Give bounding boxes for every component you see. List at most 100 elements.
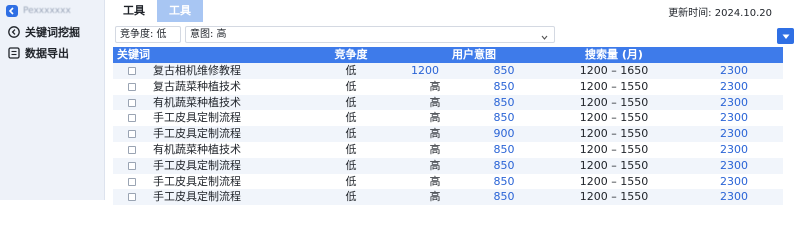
tab-tools-active[interactable]: 工具	[157, 0, 203, 22]
cell-competition: 低	[345, 127, 357, 141]
cell-volume[interactable]: 2300	[685, 110, 783, 126]
row-checkbox[interactable]	[128, 161, 136, 170]
table-row[interactable]: 复古相机维修教程 低 1200 850 1200 – 1650 2300	[113, 63, 783, 79]
header-empty	[685, 47, 783, 63]
header-intent[interactable]: 用户意图	[405, 47, 543, 63]
cell-volume[interactable]: 2300	[685, 142, 783, 158]
row-checkbox-cell	[113, 174, 137, 190]
row-checkbox[interactable]	[128, 145, 136, 154]
cell-volume[interactable]: 2300	[685, 158, 783, 174]
cell-volume[interactable]: 2300	[685, 174, 783, 190]
row-checkbox-cell	[113, 79, 137, 95]
cell-keyword: 复古相机维修教程	[153, 64, 241, 77]
intent-filter[interactable]: 意图: 高	[185, 26, 555, 43]
cell-volume[interactable]: 2300	[685, 95, 783, 111]
cell-volume[interactable]: 2300	[685, 189, 783, 205]
cell-intent-b: 850	[493, 111, 515, 125]
header-keyword[interactable]: 关键词	[113, 47, 297, 63]
sidebar-item-label: 关键词挖掘	[25, 26, 80, 39]
table-row[interactable]: 有机蔬菜种植技术 低 高 850 1200 – 1550 2300	[113, 94, 783, 111]
cell-intent: 高 850	[405, 174, 543, 190]
dropdown-button[interactable]	[777, 28, 794, 44]
cell-competition: 低	[345, 190, 357, 204]
row-checkbox-cell	[113, 126, 137, 142]
table-row[interactable]: 手工皮具定制流程 低 高 850 1200 – 1550 2300	[113, 110, 783, 126]
table-row[interactable]: 复古蔬菜种植技术 低 高 850 1200 – 1550 2300	[113, 79, 783, 95]
cell-intent-b: 850	[493, 174, 515, 188]
table-row[interactable]: 手工皮具定制流程 低 高 900 1200 – 1550 2300	[113, 126, 783, 142]
table-row[interactable]: 有机蔬菜种植技术 低 高 850 1200 – 1550 2300	[113, 142, 783, 158]
cell-competition: 低	[345, 174, 357, 188]
cell-keyword: 手工皮具定制流程	[153, 174, 241, 188]
cell-intent-b: 850	[493, 95, 515, 109]
cell-intent-b: 850	[493, 158, 515, 172]
row-checkbox[interactable]	[128, 193, 136, 202]
cell-intent-a: 高	[429, 190, 441, 204]
cell-competition: 低	[345, 111, 357, 125]
sidebar-item-label: 数据导出	[25, 47, 69, 60]
table-row[interactable]: 手工皮具定制流程 低 高 850 1200 – 1550 2300	[113, 157, 783, 174]
update-time: 更新时间: 2024.10.20	[668, 8, 772, 19]
app-window: Pexxxxxxx 关键词挖掘 数据导出 工具 工具 更新时间: 2024.10…	[0, 0, 800, 206]
cell-intent-a: 高	[429, 79, 441, 93]
table-row[interactable]: 手工皮具定制流程 低 高 850 1200 – 1550 2300	[113, 174, 783, 190]
cell-intent: 高 850	[405, 79, 543, 95]
cell-intent-a: 高	[429, 174, 441, 188]
cell-intent-b: 900	[493, 127, 515, 141]
cell-keyword: 手工皮具定制流程	[153, 190, 241, 204]
cell-intent: 高 850	[405, 110, 543, 126]
row-checkbox-cell	[113, 189, 137, 205]
table-header: 关键词 竞争度 用户意图 搜索量 (月)	[113, 47, 783, 63]
row-checkbox-cell	[113, 63, 137, 79]
competition-filter[interactable]: 竞争度: 低	[115, 26, 181, 43]
cell-volume[interactable]: 2300	[685, 63, 783, 79]
brand-name: Pexxxxxxx	[23, 6, 71, 16]
row-checkbox[interactable]	[128, 130, 136, 139]
cell-intent: 高 900	[405, 126, 543, 142]
cell-intent: 高 850	[405, 95, 543, 111]
cell-competition: 低	[345, 79, 357, 93]
cell-keyword: 有机蔬菜种植技术	[153, 95, 241, 109]
cell-intent-a: 高	[429, 127, 441, 141]
sidebar-item-data-export[interactable]: 数据导出	[0, 43, 105, 63]
filter-bar: 竞争度: 低 意图: 高	[105, 24, 800, 44]
chevron-down-icon	[541, 31, 548, 40]
cell-range: 1200 – 1550	[579, 142, 649, 156]
cell-keyword: 手工皮具定制流程	[153, 111, 241, 125]
cell-competition: 低	[345, 158, 357, 172]
row-checkbox[interactable]	[128, 82, 136, 91]
tab-tools[interactable]: 工具	[111, 0, 157, 22]
cell-competition: 低	[345, 64, 357, 77]
header-competition[interactable]: 竞争度	[297, 47, 405, 63]
cell-volume[interactable]: 2300	[685, 126, 783, 142]
cell-range: 1200 – 1550	[579, 174, 649, 188]
row-checkbox[interactable]	[128, 98, 136, 107]
cell-intent-a: 高	[429, 95, 441, 109]
row-checkbox[interactable]	[128, 67, 136, 75]
row-checkbox[interactable]	[128, 177, 136, 186]
cell-intent-b: 850	[493, 142, 515, 156]
keyword-table: 关键词 竞争度 用户意图 搜索量 (月) 复古相机维修教程低 1200 850 120…	[113, 47, 783, 206]
table-body: 复古相机维修教程低 1200 850 1200 – 1650 2300 复古蔬菜种植技术低…	[113, 63, 783, 206]
cell-intent: 高 850	[405, 142, 543, 158]
top-bar: 工具 工具 更新时间: 2024.10.20	[105, 0, 800, 22]
row-checkbox[interactable]	[128, 114, 136, 123]
cell-intent: 1200 850	[405, 63, 543, 79]
cell-volume[interactable]: 2300	[685, 79, 783, 95]
cell-keyword: 有机蔬菜种植技术	[153, 142, 241, 156]
cell-intent-b: 850	[493, 79, 515, 93]
sidebar-item-keyword-mining[interactable]: 关键词挖掘	[0, 22, 105, 42]
cell-intent-a: 高	[429, 142, 441, 156]
table-row[interactable]: 手工皮具定制流程 低 高 850 1200 – 1550 2300	[113, 189, 783, 206]
list-icon	[8, 47, 20, 59]
cell-intent-b: 850	[493, 64, 515, 77]
brand-logo-icon	[6, 5, 18, 17]
cell-intent-a: 高	[429, 158, 441, 172]
header-volume[interactable]: 搜索量 (月)	[543, 47, 685, 63]
cell-range: 1200 – 1550	[579, 190, 649, 204]
intent-filter-value: 意图: 高	[190, 29, 227, 40]
cell-keyword: 复古蔬菜种植技术	[153, 79, 241, 93]
cell-intent: 高 850	[405, 189, 543, 205]
cell-keyword: 手工皮具定制流程	[153, 127, 241, 141]
row-checkbox-cell	[113, 158, 137, 174]
